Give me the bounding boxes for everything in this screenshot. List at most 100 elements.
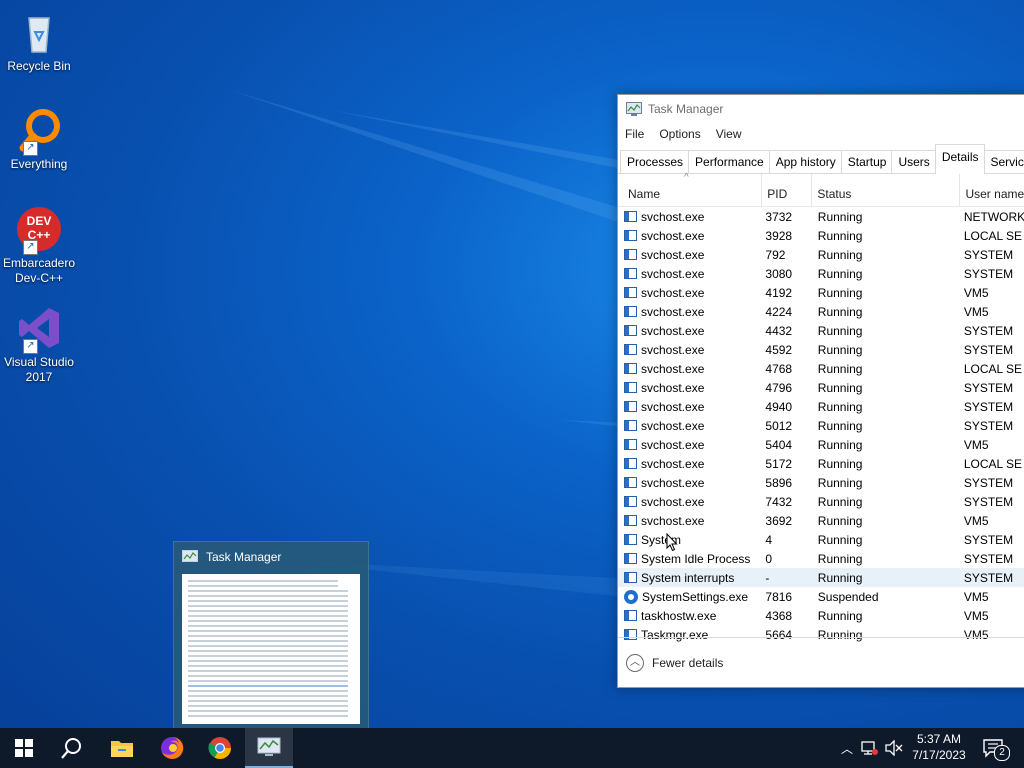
table-row[interactable]: svchost.exe 4768 Running LOCAL SE <box>618 359 1024 378</box>
taskbar: ︿ 5:37 AM 7/17/2023 2 <box>0 728 1024 768</box>
process-icon <box>624 401 637 412</box>
process-name: svchost.exe <box>641 513 705 528</box>
column-header-status[interactable]: Status <box>811 174 959 206</box>
process-icon <box>624 477 637 488</box>
process-name-cell: svchost.exe <box>618 248 759 262</box>
desktop-icon-everything[interactable]: ↗ Everything <box>2 106 76 172</box>
table-row[interactable]: System 4 Running SYSTEM <box>618 530 1024 549</box>
menu-view[interactable]: View <box>716 127 742 141</box>
task-manager-icon <box>626 102 642 116</box>
table-row[interactable]: taskhostw.exe 4368 Running VM5 <box>618 606 1024 625</box>
pid-cell: 4592 <box>765 342 793 357</box>
shortcut-arrow-icon: ↗ <box>23 339 38 354</box>
process-name-cell: svchost.exe <box>618 343 759 357</box>
menu-bar: File Options View <box>618 123 1024 145</box>
tab-users[interactable]: Users <box>891 150 936 173</box>
thumbnail-line <box>188 585 338 587</box>
taskbar-firefox[interactable] <box>148 728 196 768</box>
chevron-up-circle-icon: ︿ <box>626 653 644 672</box>
window-title-bar[interactable]: Task Manager <box>618 95 1024 123</box>
table-row[interactable]: svchost.exe 5172 Running LOCAL SE <box>618 454 1024 473</box>
process-list[interactable]: svchost.exe 3732 Running NETWORK svchost.exe… <box>618 207 1024 657</box>
table-row[interactable]: svchost.exe 5896 Running SYSTEM <box>618 473 1024 492</box>
table-row[interactable]: svchost.exe 4796 Running SYSTEM <box>618 378 1024 397</box>
menu-file[interactable]: File <box>625 127 644 141</box>
process-icon <box>624 420 637 431</box>
table-row[interactable]: svchost.exe 3732 Running NETWORK <box>618 207 1024 226</box>
thumbnail-line <box>188 660 348 662</box>
menu-options[interactable]: Options <box>659 127 700 141</box>
table-row[interactable]: svchost.exe 4432 Running SYSTEM <box>618 321 1024 340</box>
network-icon[interactable] <box>860 740 878 756</box>
table-row[interactable]: svchost.exe 5012 Running SYSTEM <box>618 416 1024 435</box>
process-name: System interrupts <box>641 570 735 585</box>
start-button[interactable] <box>0 728 48 768</box>
pid-cell: 3692 <box>765 513 793 528</box>
clock[interactable]: 5:37 AM 7/17/2023 <box>904 731 974 763</box>
taskbar-thumbnail-preview[interactable]: Task Manager <box>173 541 369 731</box>
desktop-icon-recycle-bin[interactable]: Recycle Bin <box>2 8 76 74</box>
status-cell: Running <box>817 323 863 338</box>
tab-app-history[interactable]: App history <box>768 150 842 173</box>
table-row[interactable]: svchost.exe 7432 Running SYSTEM <box>618 492 1024 511</box>
user-name-cell: SYSTEM <box>963 532 1014 547</box>
table-row[interactable]: svchost.exe 5404 Running VM5 <box>618 435 1024 454</box>
status-cell: Running <box>817 532 863 547</box>
process-icon <box>624 306 637 317</box>
thumbnail-line <box>188 635 348 637</box>
table-row[interactable]: svchost.exe 4940 Running SYSTEM <box>618 397 1024 416</box>
desktop-icon-dev-cpp[interactable]: DEV C++ ↗ Embarcadero Dev-C++ <box>2 205 76 286</box>
process-name-cell: System interrupts <box>618 571 759 585</box>
table-row[interactable]: SystemSettings.exe 7816 Suspended VM5 <box>618 587 1024 606</box>
user-name-cell: LOCAL SE <box>963 456 1023 471</box>
table-row[interactable]: svchost.exe 4192 Running VM5 <box>618 283 1024 302</box>
pid-cell: 792 <box>765 247 786 262</box>
tab-processes[interactable]: Processes <box>620 150 690 173</box>
table-row[interactable]: svchost.exe 4224 Running VM5 <box>618 302 1024 321</box>
process-name: svchost.exe <box>641 475 705 490</box>
user-name-cell: VM5 <box>963 304 989 319</box>
table-row[interactable]: svchost.exe 3080 Running SYSTEM <box>618 264 1024 283</box>
table-row[interactable]: System Idle Process 0 Running SYSTEM <box>618 549 1024 568</box>
column-header-name[interactable]: Name <box>618 174 761 206</box>
action-center-button[interactable]: 2 <box>982 728 1010 768</box>
dev-cpp-icon: DEV C++ ↗ <box>15 205 63 255</box>
tab-details[interactable]: Details <box>934 144 985 174</box>
process-icon <box>624 534 637 545</box>
process-name-cell: System Idle Process <box>618 552 759 566</box>
volume-muted-icon[interactable] <box>884 740 904 756</box>
process-icon <box>624 344 637 355</box>
desktop-icon-visual-studio[interactable]: ↗ Visual Studio 2017 <box>2 304 76 385</box>
search-button[interactable] <box>48 728 96 768</box>
process-icon <box>624 382 637 393</box>
table-row[interactable]: svchost.exe 3928 Running LOCAL SE <box>618 226 1024 245</box>
process-name-cell: svchost.exe <box>618 514 759 528</box>
shortcut-arrow-icon: ↗ <box>23 240 38 255</box>
user-name-cell: SYSTEM <box>963 418 1014 433</box>
table-row[interactable]: System interrupts - Running SYSTEM <box>618 568 1024 587</box>
table-row[interactable]: svchost.exe 792 Running SYSTEM <box>618 245 1024 264</box>
taskbar-task-manager[interactable] <box>245 728 293 768</box>
status-cell: Running <box>817 494 863 509</box>
preview-thumbnail-image[interactable] <box>182 574 360 724</box>
thumbnail-line <box>188 625 348 627</box>
table-row[interactable]: svchost.exe 4592 Running SYSTEM <box>618 340 1024 359</box>
tab-services[interactable]: Services <box>983 150 1024 173</box>
taskbar-chrome[interactable] <box>196 728 244 768</box>
tab-startup[interactable]: Startup <box>840 150 893 173</box>
fewer-details-button[interactable]: ︿ Fewer details <box>618 637 1024 687</box>
process-name-cell: svchost.exe <box>618 267 759 281</box>
process-name-cell: svchost.exe <box>618 438 759 452</box>
column-header-user-name[interactable]: User name <box>959 174 1024 206</box>
process-name: svchost.exe <box>641 304 705 319</box>
taskbar-file-explorer[interactable] <box>98 728 146 768</box>
tab-performance[interactable]: Performance <box>688 150 770 173</box>
show-hidden-icons-chevron-icon[interactable]: ︿ <box>838 740 856 757</box>
status-cell: Running <box>817 399 863 414</box>
task-manager-window[interactable]: Task Manager File Options View Processes… <box>617 94 1024 688</box>
table-row[interactable]: svchost.exe 3692 Running VM5 <box>618 511 1024 530</box>
user-name-cell: VM5 <box>963 437 989 452</box>
status-cell: Suspended <box>817 589 879 604</box>
column-header-pid[interactable]: PID <box>761 174 811 206</box>
windows-logo-icon <box>15 739 33 757</box>
